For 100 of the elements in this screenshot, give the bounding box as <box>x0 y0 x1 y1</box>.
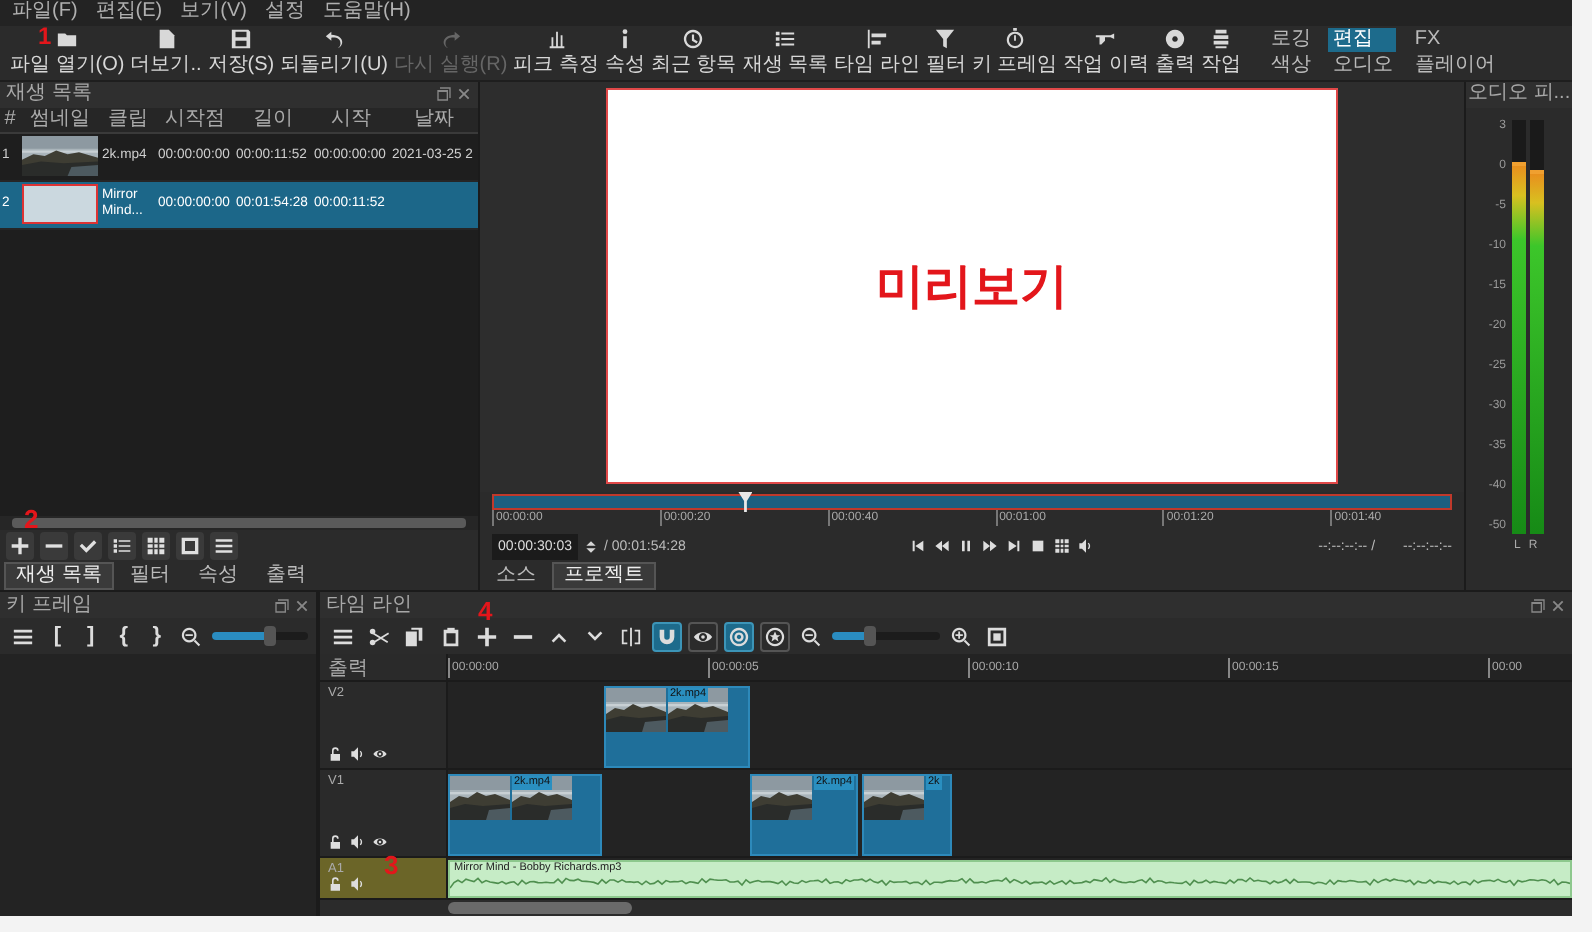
keyframes-button[interactable]: 키 프레임 <box>969 26 1060 79</box>
history-button[interactable]: 작업 이력 <box>1061 26 1151 79</box>
update-button[interactable] <box>74 532 102 560</box>
skip-start-button[interactable] <box>910 538 926 554</box>
plus-icon <box>10 536 30 556</box>
menu-item[interactable]: 설정 <box>264 0 305 25</box>
stopwatch-icon <box>1003 28 1026 51</box>
lock-icon[interactable] <box>328 834 344 850</box>
player-tab[interactable]: 프로젝트 <box>552 562 656 590</box>
more-button[interactable]: 더보기.. <box>128 26 204 79</box>
undo-icon <box>323 28 346 51</box>
volume-button[interactable] <box>1078 538 1094 554</box>
ripple-button[interactable] <box>724 621 754 651</box>
peak-button[interactable]: 피크 측정 <box>511 26 601 79</box>
snap-button[interactable] <box>652 621 682 651</box>
column-header[interactable]: 길이 <box>234 107 312 132</box>
playhead[interactable] <box>738 492 753 512</box>
preview-text: 미리보기 <box>876 258 1068 319</box>
menu-button[interactable] <box>210 532 238 560</box>
scrub-button[interactable] <box>688 621 718 651</box>
list-icon <box>112 536 132 556</box>
layout-tab[interactable]: 로깅 <box>1266 27 1315 52</box>
zoom-in-icon <box>950 625 972 647</box>
list-icon <box>774 28 797 51</box>
menu-item[interactable]: 보기(V) <box>180 0 247 25</box>
float-icon[interactable] <box>436 86 452 103</box>
grid-button[interactable] <box>1054 538 1070 554</box>
column-header[interactable]: 클립 <box>100 107 156 132</box>
playlist-button[interactable]: 재생 목록 <box>740 26 831 79</box>
panel-title: 타임 라인 <box>326 593 412 617</box>
float-icon[interactable] <box>274 597 290 613</box>
skip-start-icon <box>910 538 926 554</box>
column-header[interactable]: # <box>0 107 20 132</box>
layout-tab[interactable]: 편집 <box>1328 27 1397 52</box>
jobs-button[interactable]: 작업 <box>1198 26 1243 79</box>
player-tab[interactable]: 소스 <box>484 562 548 590</box>
zoom-slider[interactable] <box>212 632 309 640</box>
menu-item[interactable]: 도움말(H) <box>322 0 411 25</box>
properties-button[interactable]: 속성 <box>602 26 647 79</box>
panel-tab[interactable]: 속성 <box>185 562 250 590</box>
float-icon[interactable] <box>1530 597 1546 613</box>
export-button[interactable]: 출력 <box>1152 26 1197 79</box>
tile-icon <box>180 536 200 556</box>
lock-icon[interactable] <box>328 746 344 762</box>
speaker-icon[interactable] <box>350 834 366 850</box>
close-icon[interactable] <box>1550 597 1566 613</box>
speaker-icon[interactable] <box>350 746 366 762</box>
split-icon <box>620 625 642 647</box>
magnet-icon <box>656 625 678 647</box>
skip-end-icon <box>1006 538 1022 554</box>
bracket-button[interactable]: } <box>143 621 171 651</box>
pause-button[interactable] <box>958 538 974 554</box>
menu-item[interactable]: 편집(E) <box>95 0 163 25</box>
layout-tab[interactable]: FX <box>1410 27 1499 52</box>
undo-button[interactable]: 되돌리기(U) <box>278 26 391 79</box>
save-button[interactable]: 저장(S) <box>205 26 277 79</box>
remove-button[interactable] <box>40 532 68 560</box>
skip-end-button[interactable] <box>1006 538 1022 554</box>
timeline-button[interactable]: 타임 라인 <box>832 26 922 79</box>
eye-icon[interactable] <box>372 834 388 850</box>
filters-button[interactable]: 필터 <box>923 26 968 79</box>
menu-item[interactable]: 파일(F) <box>12 0 78 25</box>
speaker-icon <box>1078 538 1094 554</box>
column-header[interactable]: 썸네일 <box>20 107 100 132</box>
scrollbar-thumb[interactable] <box>448 902 632 914</box>
bracket-button[interactable]: [ <box>44 621 72 651</box>
details-button[interactable] <box>108 532 136 560</box>
panel-tab[interactable]: 재생 목록 <box>4 562 114 590</box>
close-icon[interactable] <box>294 597 310 613</box>
layout-tab[interactable]: 오디오 <box>1328 53 1397 78</box>
column-header[interactable]: 시작점 <box>156 107 234 132</box>
tiles-button[interactable] <box>142 532 170 560</box>
star-icon <box>764 625 786 647</box>
zoom-out-icon <box>180 625 203 647</box>
add-button[interactable] <box>6 532 34 560</box>
file-icon <box>155 28 177 51</box>
icons-button[interactable] <box>176 532 204 560</box>
recent-button[interactable]: 최근 항목 <box>648 26 739 79</box>
menu-icon <box>12 625 34 647</box>
spinner-icon[interactable] <box>583 539 598 553</box>
layout-tab[interactable]: 색상 <box>1266 53 1315 78</box>
panel-tab[interactable]: 출력 <box>253 562 318 590</box>
bracket-button[interactable]: { <box>110 621 138 651</box>
output-label: 출력 <box>328 658 368 680</box>
panel-tab[interactable]: 필터 <box>117 562 182 590</box>
target-icon <box>728 625 750 647</box>
fast-forward-button[interactable] <box>982 538 998 554</box>
rewind-button[interactable] <box>934 538 950 554</box>
annotation-number: 2 <box>24 506 39 532</box>
redo-icon <box>439 28 462 51</box>
stop-button[interactable] <box>1030 538 1046 554</box>
close-icon[interactable] <box>456 86 472 103</box>
ripple-all-button[interactable] <box>760 621 790 651</box>
eye-icon[interactable] <box>372 746 388 762</box>
bracket-button[interactable]: ] <box>77 621 105 651</box>
zoom-slider[interactable] <box>832 632 940 640</box>
stack-icon <box>1209 28 1232 51</box>
layout-tab[interactable]: 플레이어 <box>1410 53 1499 78</box>
column-header[interactable]: 날짜 <box>390 107 478 132</box>
column-header[interactable]: 시작 <box>312 107 390 132</box>
